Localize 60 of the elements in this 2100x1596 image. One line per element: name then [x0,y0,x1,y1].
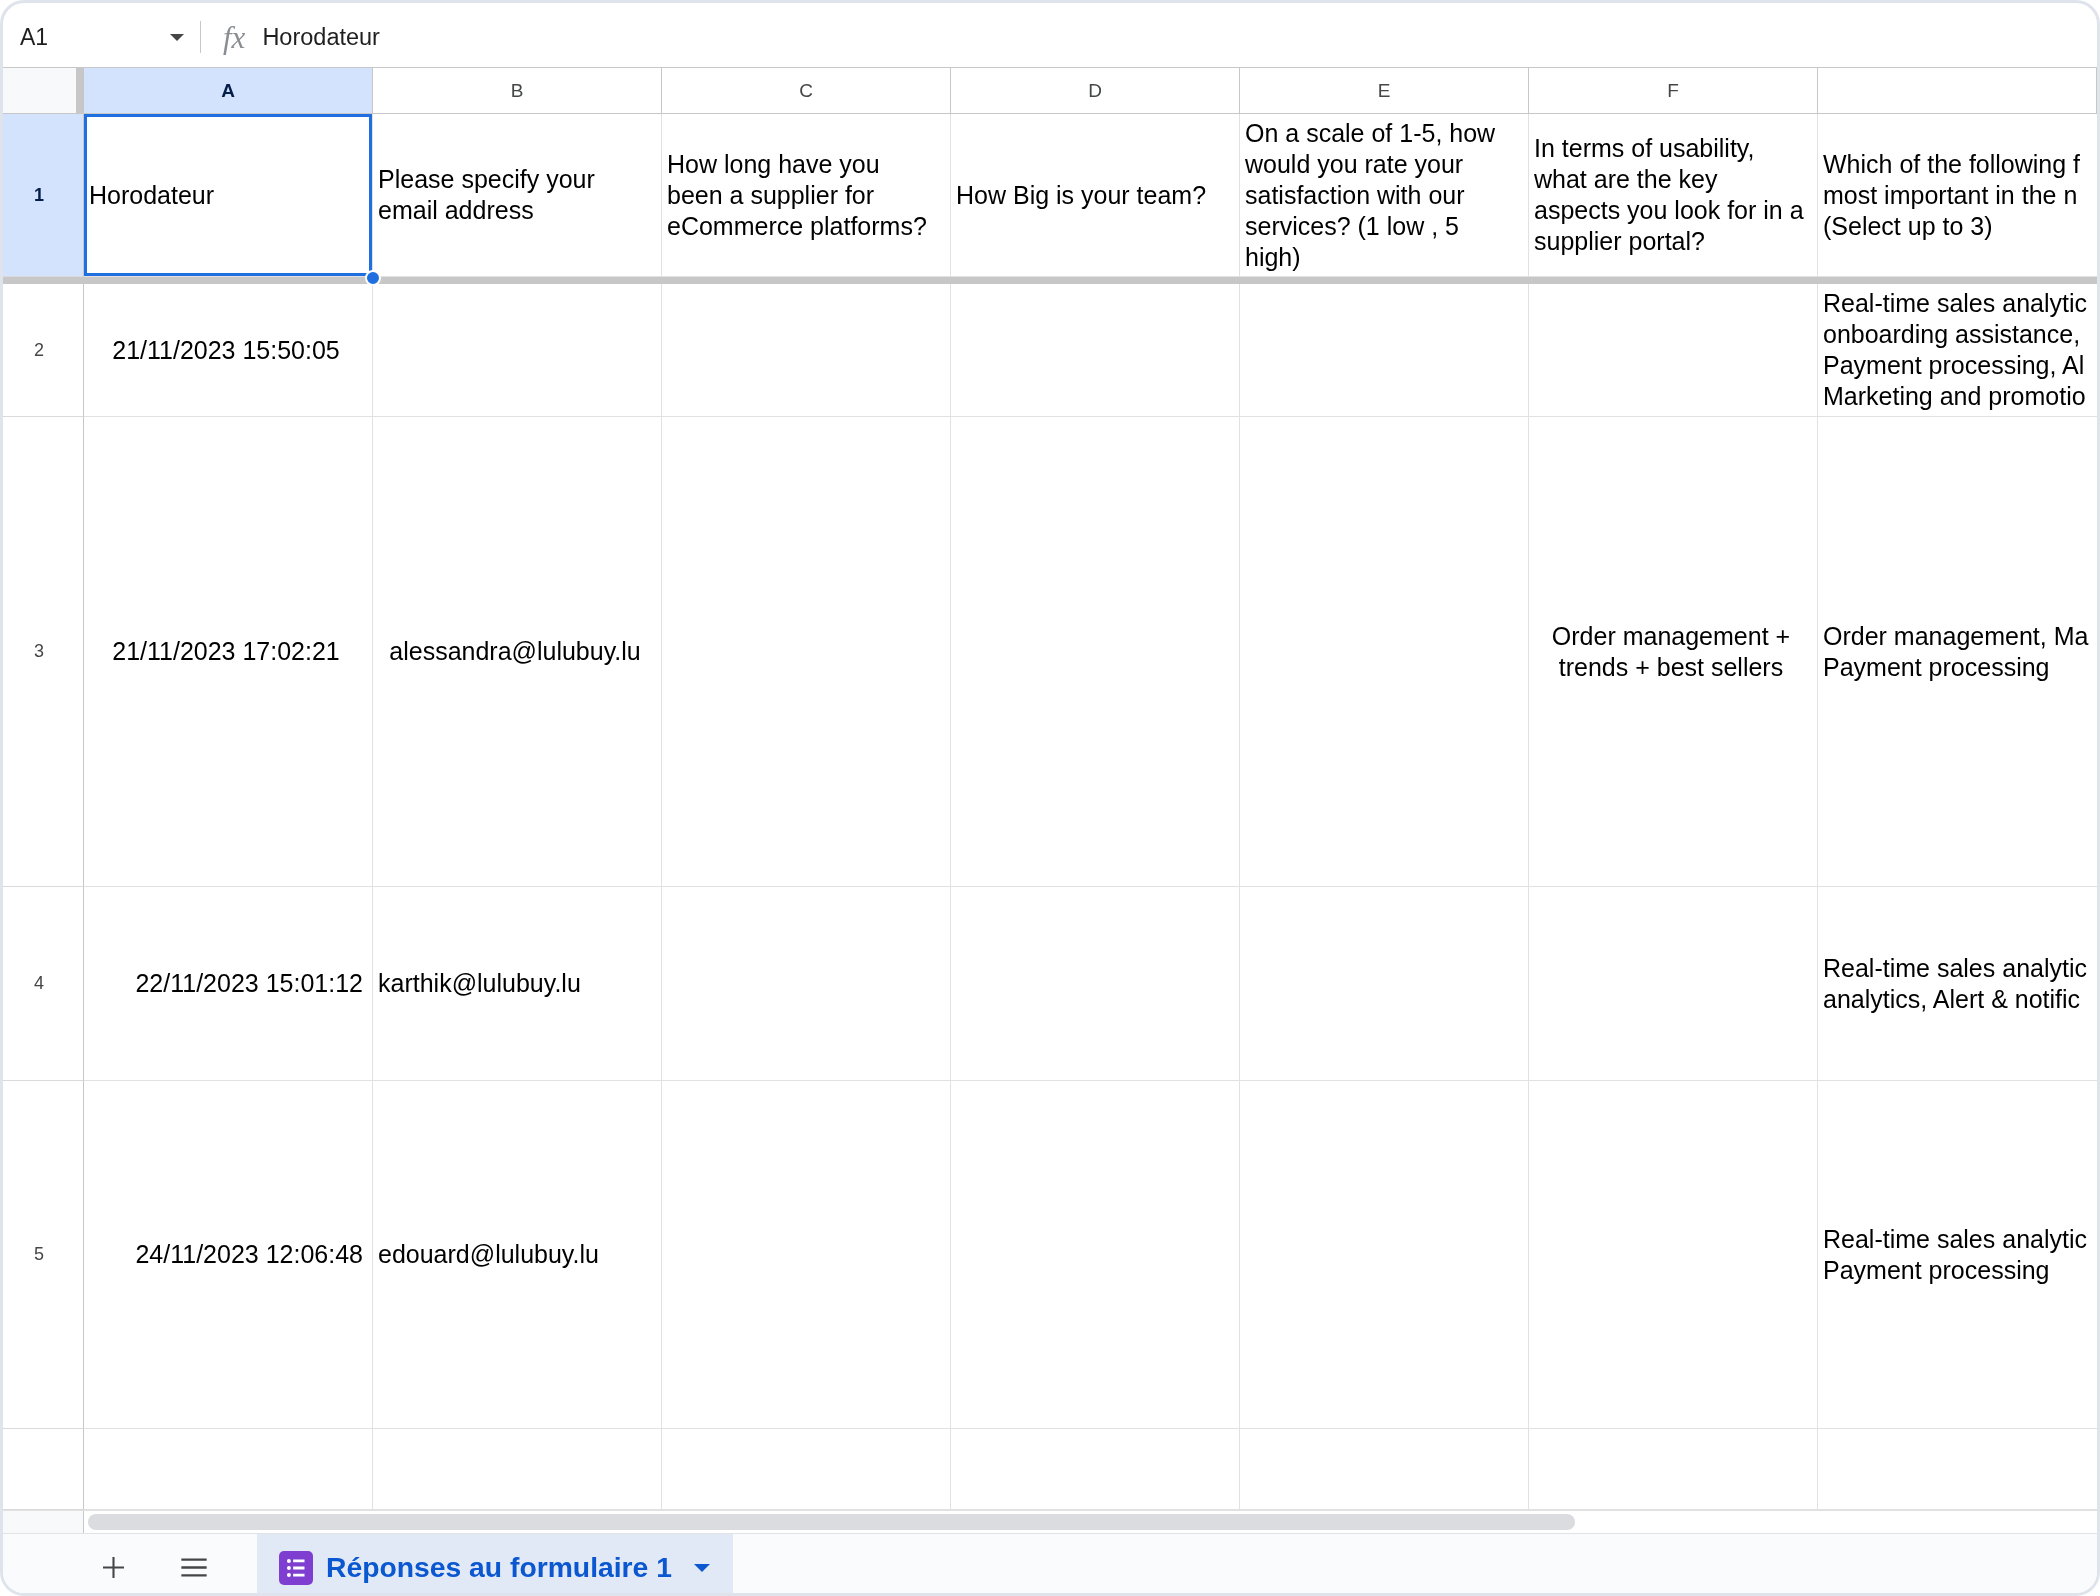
table-cell[interactable] [1529,1081,1818,1429]
table-cell[interactable]: Order management + trends + best sellers [1529,417,1818,887]
table-cell[interactable] [662,887,951,1081]
table-cell[interactable] [1240,887,1529,1081]
row-header[interactable]: 1 [3,114,84,277]
table-cell[interactable] [1240,1081,1529,1429]
caret-icon [693,1563,710,1572]
table-cell[interactable] [662,1081,951,1429]
table-cell[interactable] [1529,887,1818,1081]
table-cell[interactable]: Order management, Ma Payment processing [1818,417,2097,887]
row-header[interactable]: 3 [3,417,84,887]
table-cell[interactable]: edouard@lulubuy.lu [373,1081,662,1429]
table-cell[interactable] [1240,284,1529,417]
table-cell[interactable] [951,1429,1240,1510]
table-cell[interactable] [84,1429,373,1510]
selection-handle-icon[interactable] [365,270,381,286]
column-header[interactable]: F [1529,68,1818,114]
table-cell[interactable]: Real-time sales analytic Payment processing [1818,1081,2097,1429]
column-header[interactable] [1818,68,2097,114]
menu-icon [180,1558,208,1577]
name-box[interactable]: A1 [3,15,198,59]
table-cell[interactable] [951,284,1240,417]
row-header[interactable]: 5 [3,1081,84,1429]
list-icon [279,1550,313,1585]
column-header[interactable]: E [1240,68,1529,114]
table-cell[interactable]: 21/11/2023 15:50:05 [84,284,373,417]
table-cell[interactable] [373,1429,662,1510]
row-header[interactable] [3,1429,84,1510]
table-cell[interactable]: alessandra@lulubuy.lu [373,417,662,887]
table-cell[interactable] [662,284,951,417]
row-header[interactable]: 2 [3,284,84,417]
table-cell[interactable] [951,1081,1240,1429]
table-cell[interactable]: Real-time sales analytic analytics, Alert & notific [1818,887,2097,1081]
column-header[interactable]: C [662,68,951,114]
table-cell[interactable] [951,887,1240,1081]
table-cell[interactable]: Horodateur [84,114,373,277]
plus-icon [102,1557,124,1578]
table-cell[interactable] [373,284,662,417]
column-header[interactable]: B [373,68,662,114]
table-cell[interactable]: karthik@lulubuy.lu [373,887,662,1081]
caret-icon [170,33,184,41]
table-cell[interactable] [1240,417,1529,887]
table-cell[interactable]: 21/11/2023 17:02:21 [84,417,373,887]
sheet-tab[interactable]: Réponses au formulaire 1 [257,1534,733,1593]
table-cell[interactable] [1529,1429,1818,1510]
row-header[interactable]: 4 [3,887,84,1081]
horizontal-scrollbar[interactable] [88,1514,1575,1530]
column-header[interactable]: A [84,68,373,114]
table-cell[interactable]: Real-time sales analytic onboarding assistance, Payment processing, Al Marketing and promotio [1818,284,2097,417]
table-cell[interactable] [1529,284,1818,417]
table-cell[interactable]: 22/11/2023 15:01:12 [84,887,373,1081]
formula-field[interactable]: Horodateur [262,15,2097,59]
table-cell[interactable] [1240,1429,1529,1510]
table-cell[interactable] [951,417,1240,887]
table-cell[interactable] [662,417,951,887]
function-symbol: fx [223,21,246,53]
corner-header[interactable] [3,68,84,114]
column-header[interactable]: D [951,68,1240,114]
table-cell[interactable] [662,1429,951,1510]
table-cell[interactable]: 24/11/2023 12:06:48 [84,1081,373,1429]
